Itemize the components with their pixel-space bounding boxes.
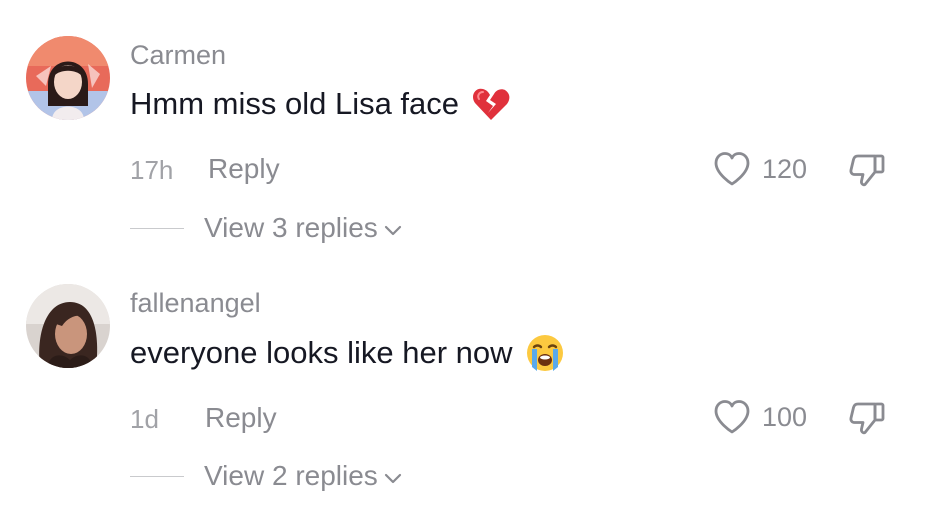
comment-time: 1d — [130, 404, 159, 434]
avatar[interactable] — [26, 284, 110, 368]
reply-button[interactable]: Reply — [205, 402, 277, 434]
like-count: 100 — [762, 401, 808, 432]
comment-text: everyone looks like her now — [130, 333, 565, 373]
dislike-button[interactable] — [848, 400, 890, 441]
dislike-button[interactable] — [848, 152, 890, 193]
heart-icon — [714, 152, 750, 186]
thumbs-down-icon — [849, 154, 885, 187]
view-replies-label: View 3 replies — [204, 212, 378, 243]
comment-time: 17h — [130, 155, 174, 185]
view-replies-button[interactable]: View 2 replies — [130, 460, 404, 492]
chevron-down-icon — [384, 473, 401, 484]
comment-text-content: Hmm miss old Lisa face — [130, 86, 460, 121]
like-button[interactable]: 100 — [712, 398, 807, 436]
like-button[interactable]: 120 — [712, 150, 807, 188]
thread-divider — [130, 227, 184, 229]
like-count: 120 — [762, 153, 808, 184]
loudly-crying-face-emoji — [526, 335, 563, 371]
view-replies-label: View 2 replies — [204, 460, 378, 491]
avatar[interactable] — [26, 36, 110, 120]
broken-heart-emoji — [473, 88, 510, 120]
chevron-down-icon — [384, 225, 401, 236]
comment-text: Hmm miss old Lisa face — [130, 84, 511, 124]
username[interactable]: fallenangel — [130, 288, 261, 319]
comment-text-content: everyone looks like her now — [130, 335, 513, 370]
username[interactable]: Carmen — [130, 40, 226, 71]
heart-icon — [714, 400, 750, 434]
reply-button[interactable]: Reply — [208, 153, 280, 185]
view-replies-button[interactable]: View 3 replies — [130, 212, 404, 244]
thumbs-down-icon — [849, 402, 885, 435]
thread-divider — [130, 475, 184, 477]
